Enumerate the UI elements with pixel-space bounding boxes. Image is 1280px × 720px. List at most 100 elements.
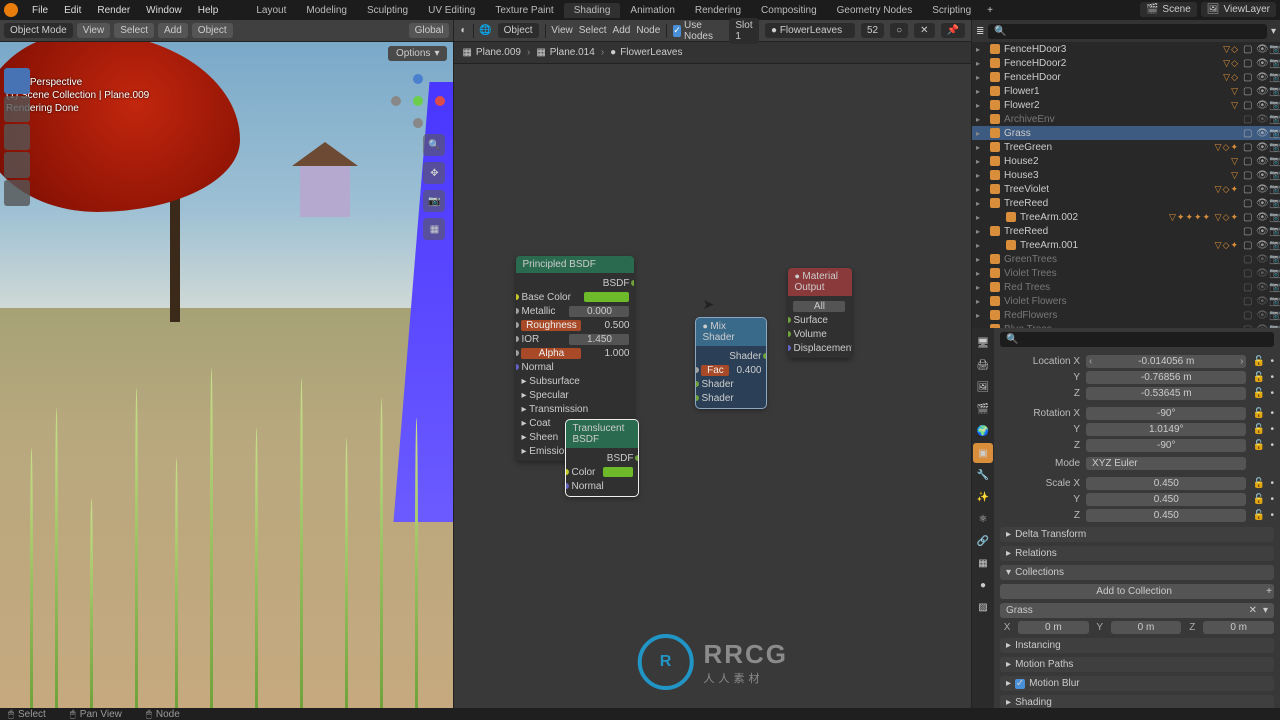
outliner-row[interactable]: ▸Grass▢👁📷 [972,126,1280,140]
location-x[interactable]: ‹-0.014056 m› [1086,355,1246,368]
outliner-row[interactable]: ▸RedFlowers▢👁📷 [972,308,1280,322]
tool-rotate[interactable] [4,152,30,178]
options-icon[interactable]: ▾ [1263,605,1268,616]
ne-menu-view[interactable]: View [551,25,573,36]
object-context[interactable]: Object [498,23,539,38]
tab-physics[interactable]: ⚛ [973,509,993,529]
viewport-menu-select[interactable]: Select [114,23,154,38]
tab-texture[interactable]: ▨ [973,597,993,617]
node-canvas[interactable]: Principled BSDF BSDF Base Color Metallic… [454,64,971,708]
pan-icon[interactable]: ✥ [423,162,445,184]
tool-select[interactable] [4,68,30,94]
outliner-row[interactable]: ▸TreeArm.001▽◇✦▢👁📷 [972,238,1280,252]
add-to-collection-button[interactable]: Add to Collection + [1000,584,1274,599]
outliner-row[interactable]: ▸ArchiveEnv▢👁📷 [972,112,1280,126]
tab-modifiers[interactable]: 🔧 [973,465,993,485]
tab-layout[interactable]: Layout [246,3,296,18]
rotation-x[interactable]: -90° [1086,407,1246,420]
tab-render[interactable]: 🖥 [973,333,993,353]
panel-instancing[interactable]: ▸ Instancing [1000,638,1274,653]
filter-icon[interactable]: ▾ [1271,26,1276,37]
tab-shading[interactable]: Shading [564,3,621,18]
tab-data[interactable]: ▦ [973,553,993,573]
coll-offset-y[interactable]: 0 m [1111,621,1182,634]
new-material-button[interactable]: ○ [890,23,908,38]
outliner-row[interactable]: ▸Flower2▽▢👁📷 [972,98,1280,112]
menu-edit[interactable]: Edit [56,5,89,16]
outliner-row[interactable]: ▸Flower1▽▢👁📷 [972,84,1280,98]
tab-scene[interactable]: 🎬 [973,399,993,419]
menu-render[interactable]: Render [89,5,138,16]
outliner-row[interactable]: ▸GreenTrees▢👁📷 [972,252,1280,266]
outliner-row[interactable]: ▸TreeViolet▽◇✦▢👁📷 [972,182,1280,196]
outliner-row[interactable]: ▸TreeArm.002▽✦✦✦✦ ▽◇✦▢👁📷 [972,210,1280,224]
rotation-mode[interactable]: XYZ Euler [1086,457,1246,470]
tab-rendering[interactable]: Rendering [685,3,751,18]
crumb-mesh[interactable]: ▦Plane.014 [536,47,595,58]
coll-offset-z[interactable]: 0 m [1203,621,1274,634]
pin-button[interactable]: 📌 [941,23,965,38]
nav-gizmo[interactable] [391,74,445,128]
outliner-row[interactable]: ▸FenceHDoor3▽◇▢👁📷 [972,42,1280,56]
ne-menu-node[interactable]: Node [636,25,660,36]
node-material-output[interactable]: ● Material Output All Surface Volume Dis… [788,268,852,358]
scale-x[interactable]: 0.450 [1086,477,1246,490]
tab-sculpting[interactable]: Sculpting [357,3,418,18]
orientation-dropdown[interactable]: Global [409,23,450,38]
outliner-tree[interactable]: ▸FenceHDoor3▽◇▢👁📷▸FenceHDoor2▽◇▢👁📷▸Fence… [972,42,1280,328]
rotation-z[interactable]: -90° [1086,439,1246,452]
unlink-material-button[interactable]: ✕ [914,23,934,38]
tab-viewlayer[interactable]: 🖼 [973,377,993,397]
outliner-row[interactable]: ▸FenceHDoor2▽◇▢👁📷 [972,56,1280,70]
coll-offset-x[interactable]: 0 m [1018,621,1089,634]
outliner-row[interactable]: ▸TreeReed▢👁📷 [972,224,1280,238]
props-search[interactable]: 🔍 [1000,332,1274,347]
node-mix-shader[interactable]: ● Mix Shader Shader Fac0.400 Shader Shad… [696,318,766,408]
panel-motion-blur[interactable]: ▸ ✓ Motion Blur [1000,676,1274,691]
outliner-row[interactable]: ▸House3▽▢👁📷 [972,168,1280,182]
crumb-root[interactable]: ▦Plane.009 [462,47,521,58]
lock-icon[interactable]: 🔓 [1252,356,1264,367]
outliner-row[interactable]: ▸FenceHDoor▽◇▢👁📷 [972,70,1280,84]
tab-texturepaint[interactable]: Texture Paint [485,3,563,18]
camera-icon[interactable]: 📷 [423,190,445,212]
rotation-y[interactable]: 1.0149° [1086,423,1246,436]
outliner-row[interactable]: ▸TreeReed▢👁📷 [972,196,1280,210]
node-translucent-bsdf[interactable]: Translucent BSDF BSDF Color Normal [566,420,638,496]
slot-selector[interactable]: Slot 1 [729,18,759,44]
tab-particles[interactable]: ✨ [973,487,993,507]
use-nodes-toggle[interactable]: ✓ Use Nodes [673,20,717,42]
menu-help[interactable]: Help [190,5,227,16]
tab-animation[interactable]: Animation [620,3,684,18]
menu-file[interactable]: File [24,5,56,16]
tool-scale[interactable] [4,180,30,206]
shader-type-icon[interactable]: 🌐 [479,25,491,36]
outliner-row[interactable]: ▸House2▽▢👁📷 [972,154,1280,168]
scale-z[interactable]: 0.450 [1086,509,1246,522]
tab-uvediting[interactable]: UV Editing [418,3,485,18]
tab-world[interactable]: 🌍 [973,421,993,441]
material-users[interactable]: 52 [861,23,884,38]
perspective-icon[interactable]: ▦ [423,218,445,240]
panel-motion-paths[interactable]: ▸ Motion Paths [1000,657,1274,672]
editor-type-icon[interactable]: ≣ [976,26,984,37]
location-y[interactable]: -0.76856 m [1086,371,1246,384]
collection-chip[interactable]: Grass ✕ ▾ [1000,603,1274,618]
tab-object[interactable]: ▣ [973,443,993,463]
tab-geonodes[interactable]: Geometry Nodes [827,3,923,18]
panel-delta-transform[interactable]: ▸ Delta Transform [1000,527,1274,542]
tool-cursor[interactable] [4,96,30,122]
outliner-search[interactable]: 🔍 [988,24,1267,39]
tab-output[interactable]: 🖨 [973,355,993,375]
outliner-row[interactable]: ▸Blue Trees▢👁📷 [972,322,1280,328]
viewport-options-dropdown[interactable]: Options▾ [388,46,448,61]
scale-y[interactable]: 0.450 [1086,493,1246,506]
panel-relations[interactable]: ▸ Relations [1000,546,1274,561]
tab-compositing[interactable]: Compositing [751,3,827,18]
ne-menu-select[interactable]: Select [579,25,607,36]
tab-constraints[interactable]: 🔗 [973,531,993,551]
tab-scripting[interactable]: Scripting [922,3,981,18]
viewport-canvas[interactable]: User Perspective (1) Scene Collection | … [0,42,453,708]
scene-selector[interactable]: 🎬 Scene [1140,2,1197,17]
outliner-row[interactable]: ▸TreeGreen▽◇✦▢👁📷 [972,140,1280,154]
